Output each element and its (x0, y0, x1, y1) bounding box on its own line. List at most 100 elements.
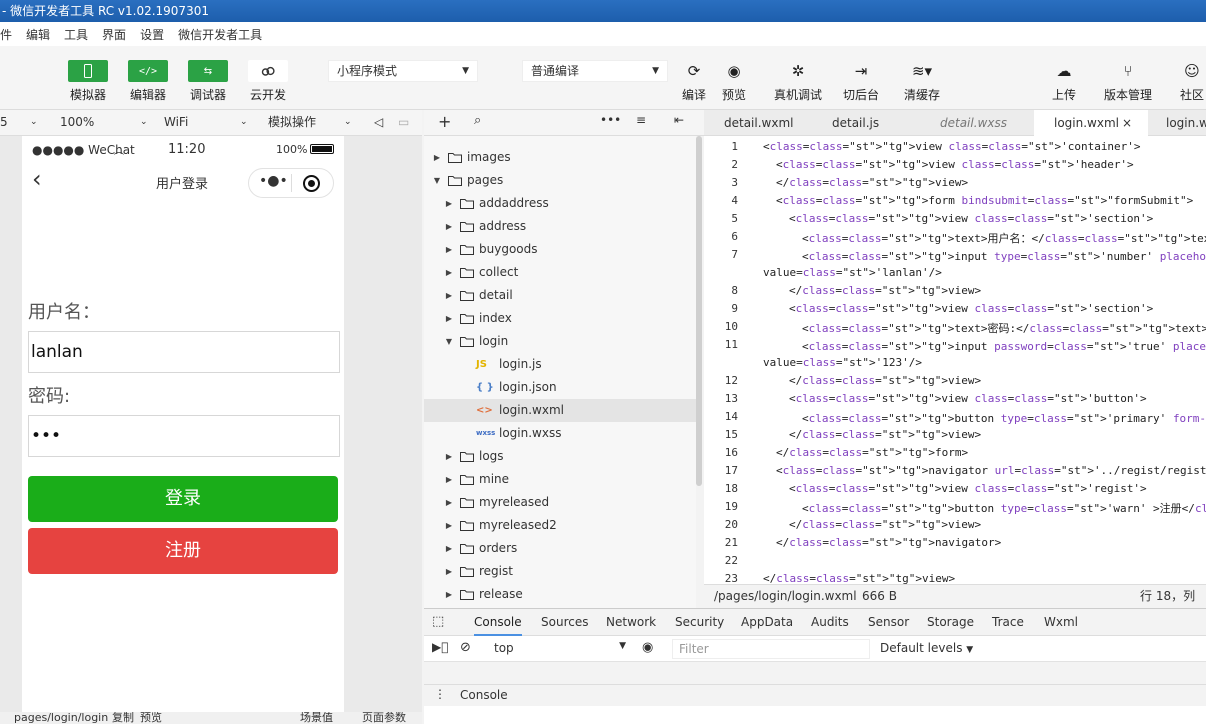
more-icon[interactable]: ••• (600, 113, 621, 127)
switch-backend-button[interactable]: ⇥ 切后台 (833, 60, 889, 103)
editor-tab[interactable]: login.wxml × (1034, 110, 1148, 136)
upload-button[interactable]: ☁ 上传 (1036, 60, 1092, 103)
register-button[interactable]: 注册 (28, 528, 338, 574)
close-circle-icon[interactable] (303, 175, 320, 192)
params-label[interactable]: 页面参数 (362, 712, 406, 724)
tree-file[interactable]: { } login.json (424, 376, 696, 399)
filter-input[interactable]: Filter (672, 639, 870, 659)
remote-debug-button[interactable]: ✲ 真机调试 (770, 60, 826, 103)
compile-select[interactable]: 普通编译 ▼ (522, 60, 668, 82)
copy-link[interactable]: 复制 (112, 712, 134, 724)
tree-file[interactable]: <> login.wxml (424, 399, 696, 422)
chevron-right-icon[interactable]: ▶ (444, 192, 454, 215)
tree-file[interactable]: wxss login.wxss (424, 422, 696, 445)
tree-folder[interactable]: ▶ address (424, 215, 696, 238)
devtools-tab[interactable]: Network (606, 609, 656, 636)
tree-folder[interactable]: ▶ myreleased2 (424, 514, 696, 537)
chevron-down-icon[interactable]: ▼ (432, 169, 442, 192)
chevron-right-icon[interactable]: ▶ (444, 468, 454, 491)
devtools-tab[interactable]: Console (474, 609, 522, 636)
back-arrow-icon[interactable]: ‹ (32, 166, 42, 192)
clear-cache-button[interactable]: ≋▾ 清缓存 (894, 60, 950, 103)
search-icon[interactable]: ⌕ (474, 113, 481, 128)
devtools-tab[interactable]: Security (675, 609, 724, 636)
eye-icon[interactable]: ◉ (642, 640, 653, 655)
mute-icon[interactable]: ◁ (374, 110, 388, 136)
tree-folder[interactable]: ▶ regist (424, 560, 696, 583)
menu-item[interactable]: 界面 (102, 26, 126, 43)
chevron-right-icon[interactable]: ▶ (444, 307, 454, 330)
chevron-right-icon[interactable]: ▶ (444, 491, 454, 514)
devtools-tab[interactable]: Audits (811, 609, 849, 636)
drawer-menu-icon[interactable]: ⋮ (434, 687, 446, 701)
chevron-right-icon[interactable]: ▶ (444, 215, 454, 238)
tree-folder[interactable]: ▼ login (424, 330, 696, 353)
network-select[interactable]: WiFi ⌄ (164, 110, 250, 136)
mode-select[interactable]: 小程序模式 ▼ (328, 60, 478, 82)
password-input[interactable]: ••• (28, 415, 340, 457)
add-icon[interactable]: + (438, 112, 451, 131)
tree-folder[interactable]: ▶ myreleased (424, 491, 696, 514)
editor-button[interactable]: </> 编辑器 (122, 60, 174, 103)
chevron-right-icon[interactable]: ▶ (444, 514, 454, 537)
chevron-right-icon[interactable]: ▶ (432, 146, 442, 169)
tree-folder[interactable]: ▶ detail (424, 284, 696, 307)
clear-console-icon[interactable]: ⊘ (460, 640, 471, 655)
chevron-right-icon[interactable]: ▶ (444, 261, 454, 284)
split-icon[interactable]: ⇤ (674, 113, 684, 127)
editor-tab[interactable]: detail.wxml (704, 110, 812, 136)
login-button[interactable]: 登录 (28, 476, 338, 522)
devtools-tab[interactable]: Sensor (868, 609, 909, 636)
preview-button[interactable]: ◉ 预览 (706, 60, 762, 103)
version-button[interactable]: ⑂ 版本管理 (1100, 60, 1156, 103)
menu-item[interactable]: 件 (0, 26, 12, 43)
devtools-tab[interactable]: AppData (741, 609, 793, 636)
tree-folder[interactable]: ▶ images (424, 146, 696, 169)
close-tab-icon[interactable]: × (1122, 110, 1132, 136)
username-input[interactable]: lanlan (28, 331, 340, 373)
editor-tab[interactable]: login.w (1148, 110, 1206, 136)
editor-tab[interactable]: detail.js (812, 110, 920, 136)
chevron-right-icon[interactable]: ▶ (444, 445, 454, 468)
tree-folder[interactable]: ▼ pages (424, 169, 696, 192)
menu-item[interactable]: 编辑 (26, 26, 50, 43)
chevron-right-icon[interactable]: ▶ (444, 238, 454, 261)
context-select[interactable]: top ▼ (486, 640, 628, 658)
window-icon[interactable]: ▭ (398, 110, 412, 136)
levels-select[interactable]: Default levels ▼ (880, 641, 973, 655)
tree-folder[interactable]: ▶ index (424, 307, 696, 330)
simulator-button[interactable]: 模拟器 (62, 60, 114, 103)
scene-label[interactable]: 场景值 (300, 712, 333, 724)
device-select[interactable]: 5 ⌄ (0, 110, 46, 136)
tree-file[interactable]: JS login.js (424, 353, 696, 376)
tree-folder[interactable]: ▶ orders (424, 537, 696, 560)
tree-folder[interactable]: ▶ logs (424, 445, 696, 468)
chevron-right-icon[interactable]: ▶ (444, 583, 454, 606)
drawer-tab-console[interactable]: Console (460, 688, 508, 702)
zoom-select[interactable]: 100% ⌄ (60, 110, 152, 136)
code-editor[interactable]: 1 <class=class="st">"tg">view class=class… (704, 136, 1206, 584)
editor-tab[interactable]: detail.wxss (920, 110, 1034, 136)
tree-folder[interactable]: ▶ buygoods (424, 238, 696, 261)
chevron-right-icon[interactable]: ▶ (444, 537, 454, 560)
file-tree-scrollbar[interactable] (696, 136, 702, 486)
devtools-tab[interactable]: Sources (541, 609, 588, 636)
devtools-tab[interactable]: Storage (927, 609, 974, 636)
debugger-button[interactable]: ⇆ 调试器 (182, 60, 234, 103)
more-icon[interactable]: •●• (259, 173, 288, 189)
community-button[interactable]: ☺ 社区 (1164, 60, 1206, 103)
chevron-down-icon[interactable]: ▼ (444, 330, 454, 353)
chevron-right-icon[interactable]: ▶ (444, 560, 454, 583)
panel-toggle-icon[interactable]: ▶⃞ (432, 640, 448, 654)
collapse-icon[interactable]: ≡ (636, 113, 646, 127)
preview-link[interactable]: 预览 (140, 712, 162, 724)
devtools-tab[interactable]: Trace (992, 609, 1024, 636)
operation-select[interactable]: 模拟操作 ⌄ (268, 110, 358, 136)
tree-folder[interactable]: ▶ mine (424, 468, 696, 491)
menu-item[interactable]: 微信开发者工具 (178, 26, 262, 43)
menu-item[interactable]: 工具 (64, 26, 88, 43)
menu-item[interactable]: 设置 (140, 26, 164, 43)
cloud-button[interactable]: 云开发 (242, 60, 294, 103)
tree-folder[interactable]: ▶ addaddress (424, 192, 696, 215)
tree-folder[interactable]: ▶ release (424, 583, 696, 606)
